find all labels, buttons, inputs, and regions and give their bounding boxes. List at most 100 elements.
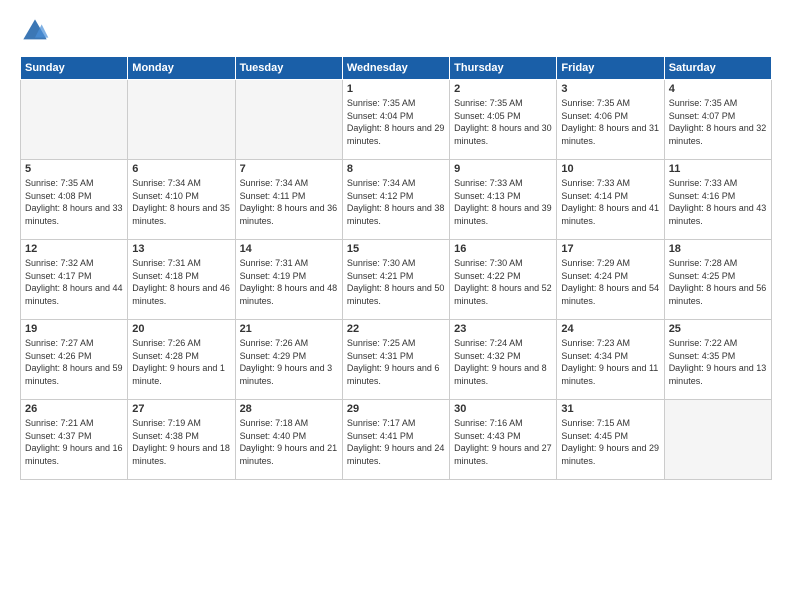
day-number: 14 (240, 243, 338, 255)
day-info: Sunrise: 7:23 AM Sunset: 4:34 PM Dayligh… (561, 337, 659, 387)
day-info: Sunrise: 7:35 AM Sunset: 4:05 PM Dayligh… (454, 97, 552, 147)
day-number: 13 (132, 243, 230, 255)
day-number: 30 (454, 403, 552, 415)
calendar-day-cell: 3 Sunrise: 7:35 AM Sunset: 4:06 PM Daylig… (557, 80, 664, 160)
day-info: Sunrise: 7:26 AM Sunset: 4:28 PM Dayligh… (132, 337, 230, 387)
logo (20, 16, 54, 46)
calendar-week-row: 19Sunrise: 7:27 AM Sunset: 4:26 PM Dayli… (21, 320, 772, 400)
day-info: Sunrise: 7:27 AM Sunset: 4:26 PM Dayligh… (25, 337, 123, 387)
day-info: Sunrise: 7:30 AM Sunset: 4:21 PM Dayligh… (347, 257, 445, 307)
day-number: 22 (347, 323, 445, 335)
calendar-day-cell: 10Sunrise: 7:33 AM Sunset: 4:14 PM Dayli… (557, 160, 664, 240)
day-info: Sunrise: 7:29 AM Sunset: 4:24 PM Dayligh… (561, 257, 659, 307)
day-info: Sunrise: 7:35 AM Sunset: 4:04 PM Dayligh… (347, 97, 445, 147)
day-number: 3 (561, 83, 659, 95)
day-number: 12 (25, 243, 123, 255)
calendar-day-cell: 11 Sunrise: 7:33 AM Sunset: 4:16 PM Dayli… (664, 160, 771, 240)
calendar-day-cell: 25 Sunrise: 7:22 AM Sunset: 4:35 PM Dayli… (664, 320, 771, 400)
day-info: Sunrise: 7:35 AM Sunset: 4:06 PM Dayligh… (561, 97, 659, 147)
weekday-header-saturday: Saturday (664, 57, 771, 80)
calendar-empty-cell (21, 80, 128, 160)
calendar-week-row: 26Sunrise: 7:21 AM Sunset: 4:37 PM Dayli… (21, 400, 772, 480)
calendar-day-cell: 21Sunrise: 7:26 AM Sunset: 4:29 PM Dayli… (235, 320, 342, 400)
day-number: 28 (240, 403, 338, 415)
calendar-day-cell: 26Sunrise: 7:21 AM Sunset: 4:37 PM Dayli… (21, 400, 128, 480)
calendar-day-cell: 30 Sunrise: 7:16 AM Sunset: 4:43 PM Dayli… (450, 400, 557, 480)
day-info: Sunrise: 7:32 AM Sunset: 4:17 PM Dayligh… (25, 257, 123, 307)
day-info: Sunrise: 7:33 AM Sunset: 4:16 PM Dayligh… (669, 177, 767, 227)
day-info: Sunrise: 7:35 AM Sunset: 4:07 PM Dayligh… (669, 97, 767, 147)
calendar-empty-cell (235, 80, 342, 160)
weekday-header-monday: Monday (128, 57, 235, 80)
calendar-day-cell: 18 Sunrise: 7:28 AM Sunset: 4:25 PM Dayli… (664, 240, 771, 320)
calendar-day-cell: 29 Sunrise: 7:17 AM Sunset: 4:41 PM Dayli… (342, 400, 449, 480)
day-number: 20 (132, 323, 230, 335)
day-number: 17 (561, 243, 659, 255)
day-number: 2 (454, 83, 552, 95)
calendar-day-cell: 1 Sunrise: 7:35 AM Sunset: 4:04 PM Daylig… (342, 80, 449, 160)
calendar-table: SundayMondayTuesdayWednesdayThursdayFrid… (20, 56, 772, 480)
calendar-day-cell: 14 Sunrise: 7:31 AM Sunset: 4:19 PM Dayli… (235, 240, 342, 320)
day-number: 24 (561, 323, 659, 335)
calendar-week-row: 5 Sunrise: 7:35 AM Sunset: 4:08 PM Daylig… (21, 160, 772, 240)
day-number: 8 (347, 163, 445, 175)
calendar-empty-cell (664, 400, 771, 480)
day-number: 9 (454, 163, 552, 175)
day-info: Sunrise: 7:30 AM Sunset: 4:22 PM Dayligh… (454, 257, 552, 307)
day-number: 11 (669, 163, 767, 175)
day-number: 25 (669, 323, 767, 335)
day-number: 5 (25, 163, 123, 175)
day-number: 4 (669, 83, 767, 95)
day-info: Sunrise: 7:31 AM Sunset: 4:19 PM Dayligh… (240, 257, 338, 307)
day-info: Sunrise: 7:17 AM Sunset: 4:41 PM Dayligh… (347, 417, 445, 467)
day-info: Sunrise: 7:16 AM Sunset: 4:43 PM Dayligh… (454, 417, 552, 467)
day-info: Sunrise: 7:18 AM Sunset: 4:40 PM Dayligh… (240, 417, 338, 467)
day-number: 31 (561, 403, 659, 415)
day-info: Sunrise: 7:15 AM Sunset: 4:45 PM Dayligh… (561, 417, 659, 467)
day-number: 21 (240, 323, 338, 335)
calendar-day-cell: 28 Sunrise: 7:18 AM Sunset: 4:40 PM Dayli… (235, 400, 342, 480)
day-number: 1 (347, 83, 445, 95)
day-info: Sunrise: 7:28 AM Sunset: 4:25 PM Dayligh… (669, 257, 767, 307)
calendar-day-cell: 16Sunrise: 7:30 AM Sunset: 4:22 PM Dayli… (450, 240, 557, 320)
calendar-day-cell: 5 Sunrise: 7:35 AM Sunset: 4:08 PM Daylig… (21, 160, 128, 240)
day-info: Sunrise: 7:24 AM Sunset: 4:32 PM Dayligh… (454, 337, 552, 387)
calendar-day-cell: 12 Sunrise: 7:32 AM Sunset: 4:17 PM Dayli… (21, 240, 128, 320)
calendar-day-cell: 4 Sunrise: 7:35 AM Sunset: 4:07 PM Daylig… (664, 80, 771, 160)
calendar-week-row: 12 Sunrise: 7:32 AM Sunset: 4:17 PM Dayli… (21, 240, 772, 320)
weekday-header-tuesday: Tuesday (235, 57, 342, 80)
day-info: Sunrise: 7:34 AM Sunset: 4:10 PM Dayligh… (132, 177, 230, 227)
calendar-day-cell: 8 Sunrise: 7:34 AM Sunset: 4:12 PM Daylig… (342, 160, 449, 240)
calendar-empty-cell (128, 80, 235, 160)
calendar-day-cell: 22Sunrise: 7:25 AM Sunset: 4:31 PM Dayli… (342, 320, 449, 400)
calendar-day-cell: 13 Sunrise: 7:31 AM Sunset: 4:18 PM Dayli… (128, 240, 235, 320)
day-number: 27 (132, 403, 230, 415)
weekday-header-friday: Friday (557, 57, 664, 80)
day-number: 18 (669, 243, 767, 255)
day-info: Sunrise: 7:22 AM Sunset: 4:35 PM Dayligh… (669, 337, 767, 387)
day-info: Sunrise: 7:34 AM Sunset: 4:12 PM Dayligh… (347, 177, 445, 227)
logo-icon (20, 16, 50, 46)
day-number: 15 (347, 243, 445, 255)
weekday-header-sunday: Sunday (21, 57, 128, 80)
day-info: Sunrise: 7:21 AM Sunset: 4:37 PM Dayligh… (25, 417, 123, 467)
calendar-day-cell: 9 Sunrise: 7:33 AM Sunset: 4:13 PM Daylig… (450, 160, 557, 240)
calendar-day-cell: 6Sunrise: 7:34 AM Sunset: 4:10 PM Daylig… (128, 160, 235, 240)
calendar-day-cell: 7Sunrise: 7:34 AM Sunset: 4:11 PM Daylig… (235, 160, 342, 240)
header (20, 16, 772, 46)
weekday-header-thursday: Thursday (450, 57, 557, 80)
calendar-day-cell: 20 Sunrise: 7:26 AM Sunset: 4:28 PM Dayli… (128, 320, 235, 400)
calendar-day-cell: 31 Sunrise: 7:15 AM Sunset: 4:45 PM Dayli… (557, 400, 664, 480)
calendar-day-cell: 2 Sunrise: 7:35 AM Sunset: 4:05 PM Daylig… (450, 80, 557, 160)
day-info: Sunrise: 7:35 AM Sunset: 4:08 PM Dayligh… (25, 177, 123, 227)
day-number: 23 (454, 323, 552, 335)
day-info: Sunrise: 7:33 AM Sunset: 4:13 PM Dayligh… (454, 177, 552, 227)
day-info: Sunrise: 7:34 AM Sunset: 4:11 PM Dayligh… (240, 177, 338, 227)
day-number: 29 (347, 403, 445, 415)
calendar-day-cell: 24 Sunrise: 7:23 AM Sunset: 4:34 PM Dayli… (557, 320, 664, 400)
calendar-week-row: 1 Sunrise: 7:35 AM Sunset: 4:04 PM Daylig… (21, 80, 772, 160)
calendar-day-cell: 17 Sunrise: 7:29 AM Sunset: 4:24 PM Dayli… (557, 240, 664, 320)
calendar-day-cell: 27Sunrise: 7:19 AM Sunset: 4:38 PM Dayli… (128, 400, 235, 480)
day-info: Sunrise: 7:31 AM Sunset: 4:18 PM Dayligh… (132, 257, 230, 307)
calendar-header-row: SundayMondayTuesdayWednesdayThursdayFrid… (21, 57, 772, 80)
